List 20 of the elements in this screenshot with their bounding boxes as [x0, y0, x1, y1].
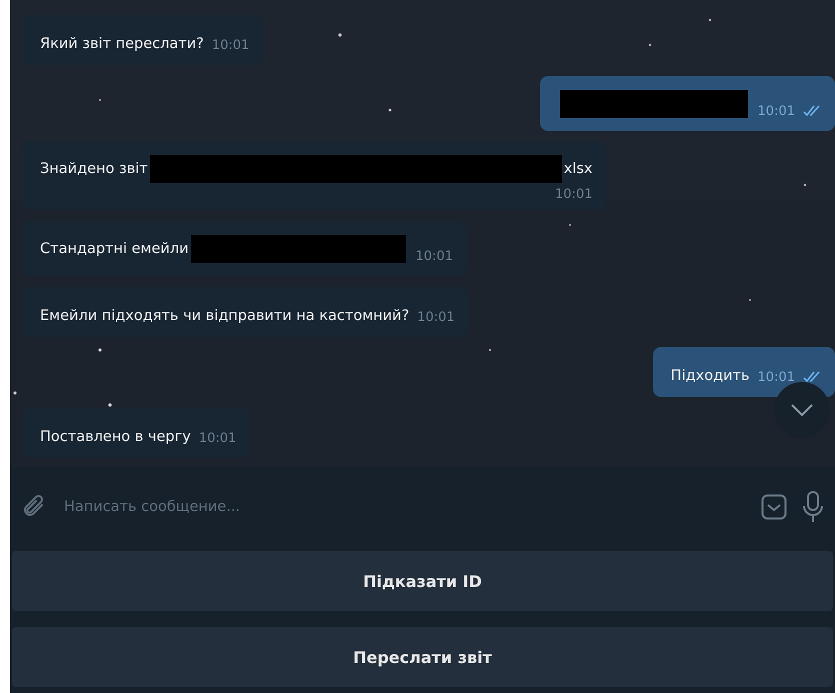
- message-text: Який звіт переслати?: [40, 36, 204, 52]
- message-time: 10:01: [555, 186, 592, 202]
- sticker-icon[interactable]: [761, 494, 787, 520]
- message-time: 10:01: [758, 370, 795, 388]
- message-input[interactable]: Написать сообщение...: [62, 486, 747, 528]
- message-text: Емейли підходять чи відправити на кастомний?: [40, 308, 410, 324]
- message-text: Знайдено звіт: [40, 161, 148, 178]
- message-text: Підходить: [670, 368, 750, 384]
- keyboard-button[interactable]: Підказати ID: [12, 551, 833, 611]
- message-time: 10:01: [212, 38, 250, 55]
- microphone-icon[interactable]: [801, 490, 825, 524]
- message-time: 10:01: [417, 310, 455, 327]
- message-time: 10:01: [758, 104, 795, 121]
- message-time: 10:01: [198, 430, 236, 448]
- chevron-down-icon: [791, 404, 813, 416]
- message-text: xlsx: [564, 161, 592, 178]
- message-text: Стандартні емейли: [40, 240, 189, 257]
- message-time: 10:01: [416, 248, 453, 266]
- message-text: Поставлено в чергу: [40, 428, 191, 445]
- keyboard-button[interactable]: Переслати звіт: [12, 627, 833, 687]
